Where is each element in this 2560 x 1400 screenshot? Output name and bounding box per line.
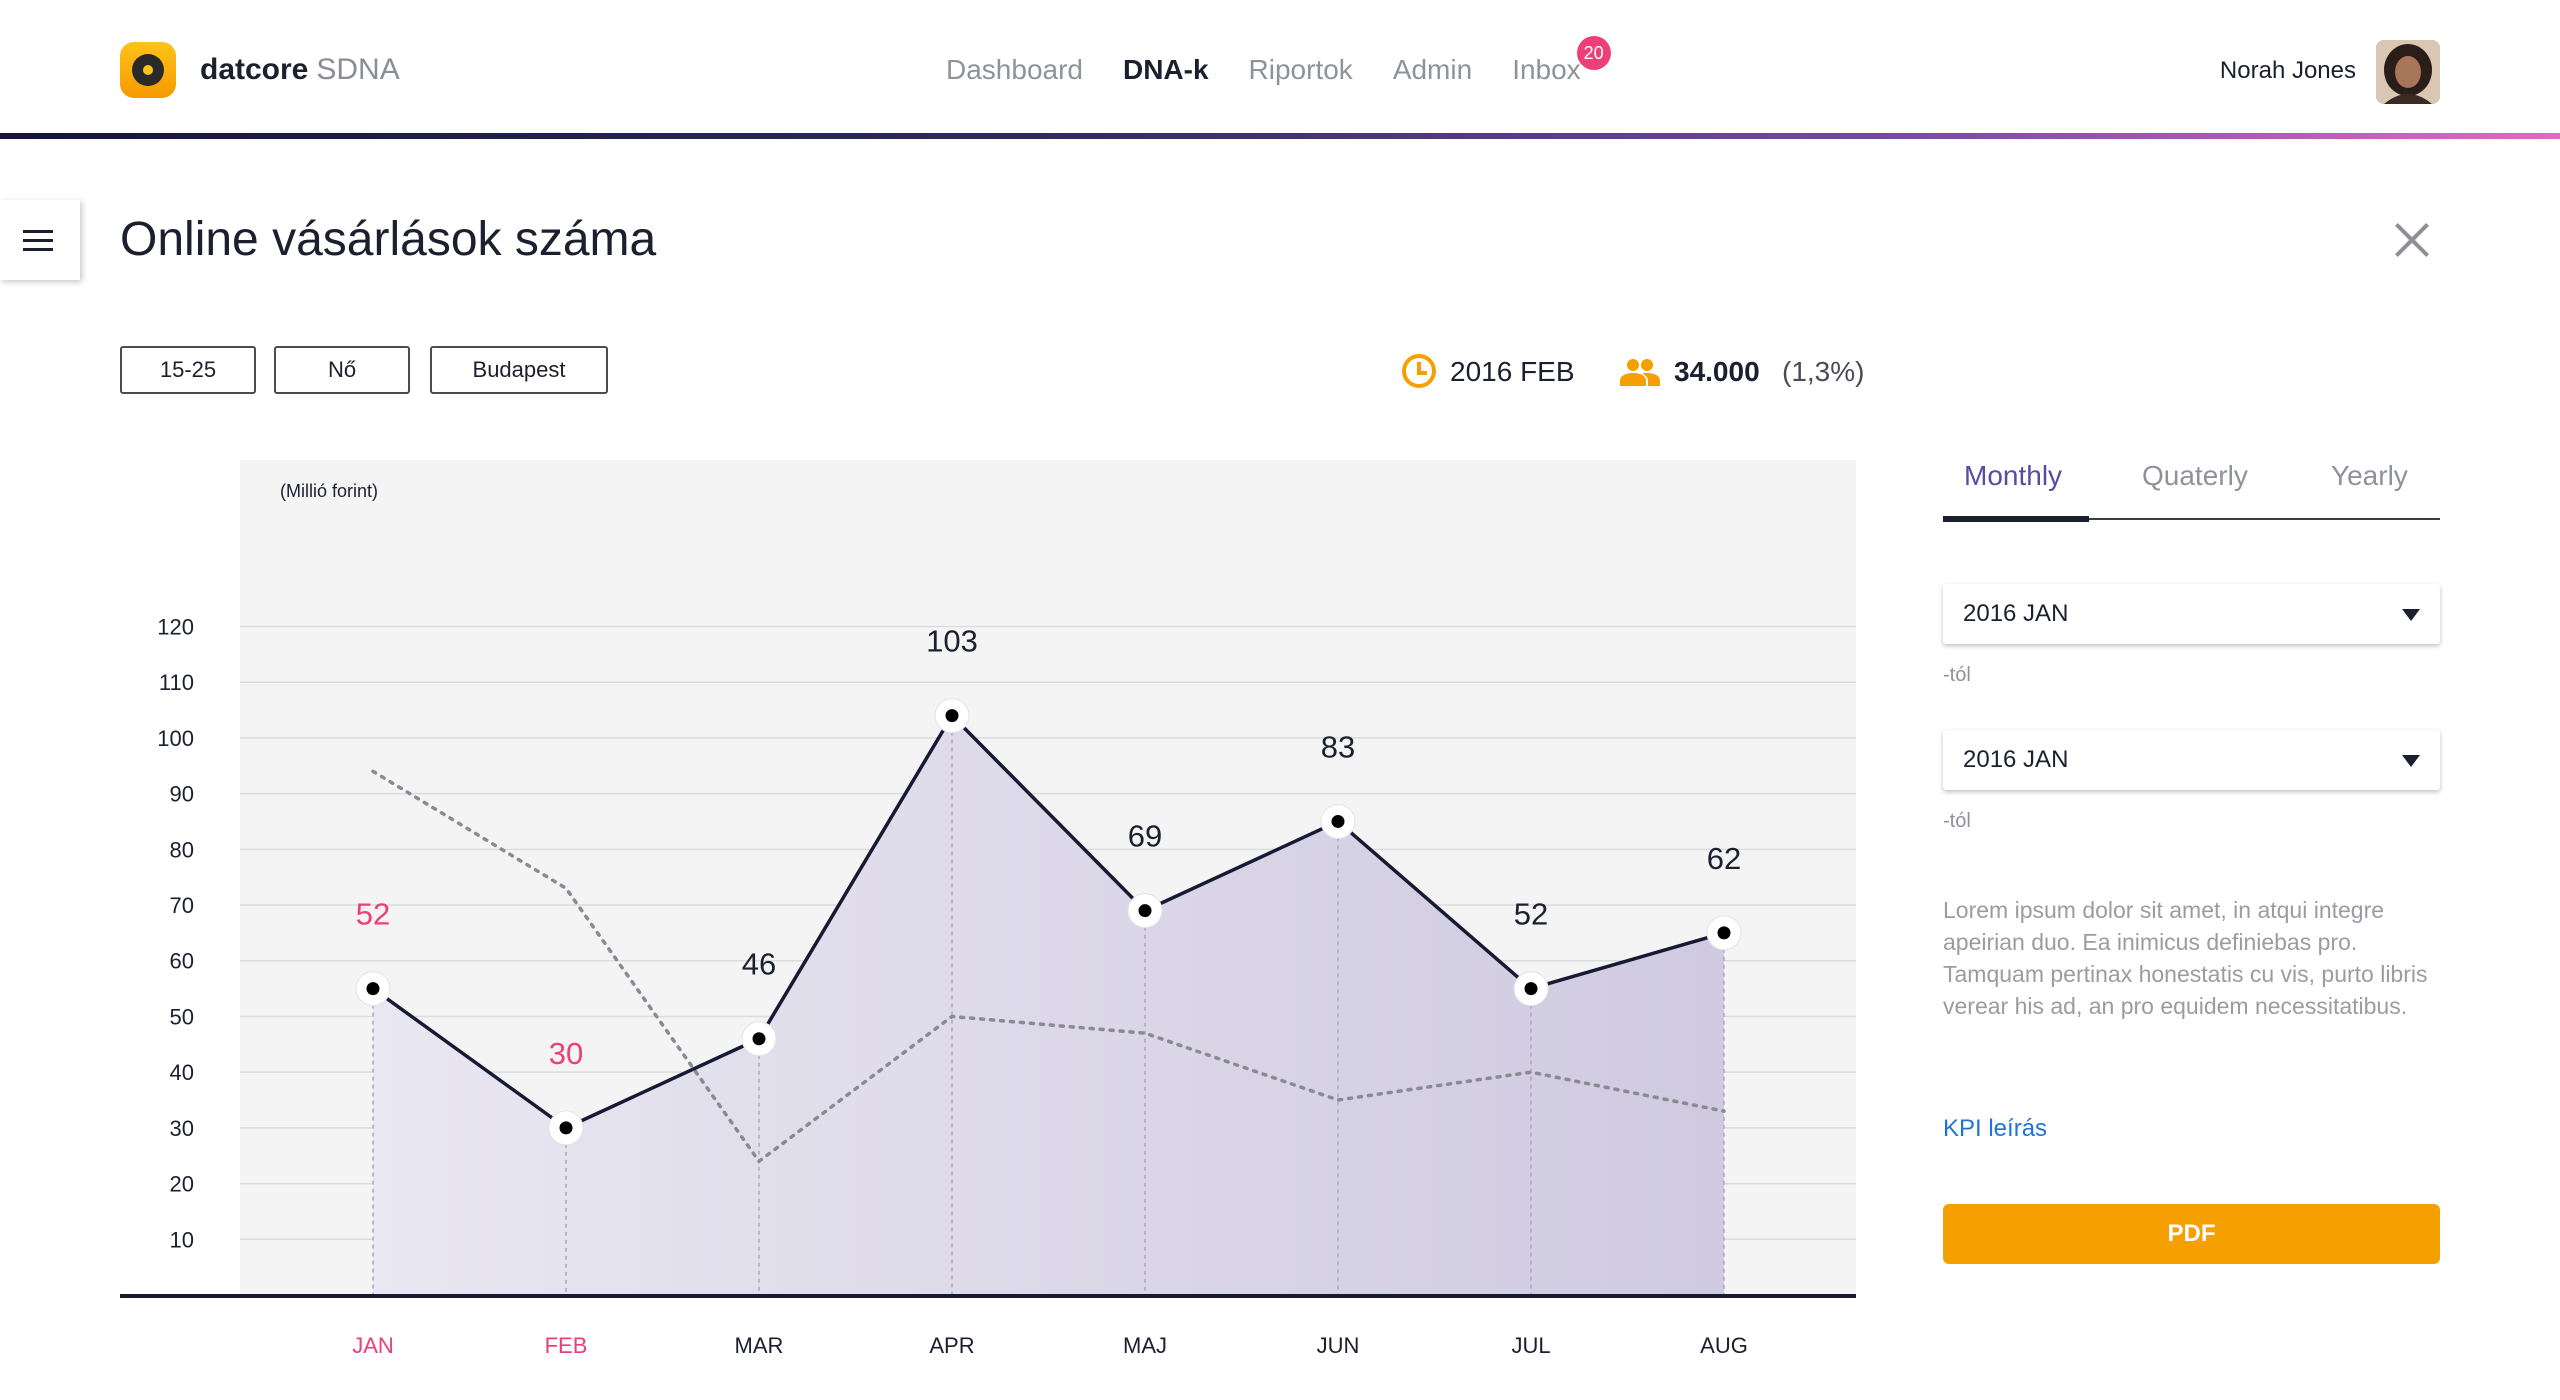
chart-point: [1524, 982, 1538, 996]
chart-y-tick-label: 70: [170, 893, 194, 918]
nav-item-dna[interactable]: DNA-k: [1123, 50, 1209, 90]
chart-data-label: 52: [1514, 897, 1548, 932]
date-from-suffix: -tól: [1943, 664, 1971, 686]
page-title: Online vásárlások száma: [120, 213, 657, 266]
tab-active-indicator: [1943, 516, 2089, 522]
chart-data-label: 103: [926, 624, 978, 659]
chart-y-tick-label: 100: [157, 726, 194, 751]
nav-item-riportok[interactable]: Riportok: [1249, 50, 1353, 90]
chart-x-tick-label: JUL: [1511, 1333, 1550, 1358]
chart-data-label: 62: [1707, 841, 1741, 876]
chart-point: [1138, 904, 1152, 918]
chart-y-tick-label: 50: [170, 1004, 194, 1029]
chart-y-tick-label: 120: [157, 614, 194, 639]
tab-quaterly[interactable]: Quaterly: [2142, 454, 2248, 498]
filter-chip-city[interactable]: Budapest: [430, 346, 608, 394]
chevron-down-icon: [2402, 609, 2420, 621]
line-chart: (Millió forint) 10 20 30 40 50 60 70 80 90 100 110 1…: [110, 455, 1870, 1375]
date-from-value: 2016 JAN: [1963, 600, 2069, 627]
clock-icon: [1402, 354, 1436, 388]
chart-x-tick-label: JUN: [1317, 1333, 1360, 1358]
chart-y-tick-label: 90: [170, 782, 194, 807]
chart-y-tick-label: 30: [170, 1116, 194, 1141]
chart-x-tick-label: JAN: [352, 1333, 394, 1358]
chart-data-label: 69: [1128, 819, 1162, 854]
logo-icon[interactable]: [120, 42, 176, 98]
date-to-select[interactable]: 2016 JAN: [1943, 730, 2440, 790]
filter-chip-age[interactable]: 15-25: [120, 346, 256, 394]
users-icon: [1620, 358, 1660, 386]
nav-item-inbox-label: Inbox: [1512, 54, 1581, 85]
chart-point: [945, 709, 959, 723]
chart-point: [1331, 814, 1345, 828]
stat-percent: (1,3%): [1782, 356, 1865, 387]
nav-item-admin[interactable]: Admin: [1393, 50, 1472, 90]
chart-data-label: 83: [1321, 729, 1355, 764]
chart-point: [366, 982, 380, 996]
tab-monthly[interactable]: Monthly: [1964, 454, 2062, 498]
brand-product: SDNA: [316, 53, 400, 86]
user-avatar[interactable]: [2376, 40, 2440, 104]
chart-y-tick-label: 110: [159, 670, 194, 695]
chart-y-tick-label: 10: [170, 1227, 194, 1252]
chart-point: [752, 1032, 766, 1046]
chart-y-tick-label: 60: [170, 949, 194, 974]
chart-x-tick-label: MAJ: [1123, 1333, 1167, 1358]
pdf-button[interactable]: PDF: [1943, 1204, 2440, 1264]
date-to-value: 2016 JAN: [1963, 746, 2069, 773]
chart-y-tick-label: 40: [170, 1060, 194, 1085]
brand-title: datcore: [200, 53, 309, 86]
date-from-select[interactable]: 2016 JAN: [1943, 584, 2440, 644]
chart-x-tick-label: APR: [929, 1333, 974, 1358]
chart-unit-label: (Millió forint): [280, 481, 378, 501]
chart-x-tick-label: AUG: [1700, 1333, 1748, 1358]
chart-x-tick-label: MAR: [735, 1333, 784, 1358]
main-nav: Dashboard DNA-k Riportok Admin Inbox 20: [946, 36, 1611, 90]
chevron-down-icon: [2402, 755, 2420, 767]
kpi-description: Lorem ipsum dolor sit amet, in atqui int…: [1943, 897, 2428, 1019]
brand-name[interactable]: datcore SDNA: [200, 50, 400, 90]
user-name[interactable]: Norah Jones: [2180, 54, 2356, 88]
chart-point: [1717, 926, 1731, 940]
stat-count: 34.000: [1674, 356, 1760, 387]
chart-svg: (Millió forint) 10 20 30 40 50 60 70 80 90 100 110 1…: [120, 460, 1856, 1358]
chart-point: [559, 1121, 573, 1135]
inbox-count-badge: 20: [1576, 36, 1611, 70]
chart-x-tick-label: FEB: [545, 1333, 588, 1358]
chart-data-label: 52: [356, 897, 390, 932]
header-gradient-divider: [0, 133, 2560, 139]
close-icon[interactable]: [2390, 218, 2434, 262]
tab-yearly[interactable]: Yearly: [2331, 454, 2408, 498]
filter-chip-gender[interactable]: Nő: [274, 346, 410, 394]
kpi-link[interactable]: KPI leírás: [1943, 1113, 2047, 1145]
date-to-suffix: -tól: [1943, 810, 1971, 832]
stat-date: 2016 FEB: [1450, 356, 1575, 387]
chart-y-tick-label: 80: [170, 837, 194, 862]
menu-icon[interactable]: [0, 200, 80, 280]
app-header: datcore SDNA Dashboard DNA-k Riportok Adm…: [0, 0, 2560, 139]
chart-data-label: 30: [549, 1036, 583, 1071]
chart-y-tick-label: 20: [170, 1172, 194, 1197]
period-tabs: Monthly Quaterly Yearly: [1943, 454, 2440, 524]
chart-data-label: 46: [742, 947, 776, 982]
nav-item-inbox[interactable]: Inbox 20: [1512, 36, 1611, 90]
nav-item-dashboard[interactable]: Dashboard: [946, 50, 1083, 90]
